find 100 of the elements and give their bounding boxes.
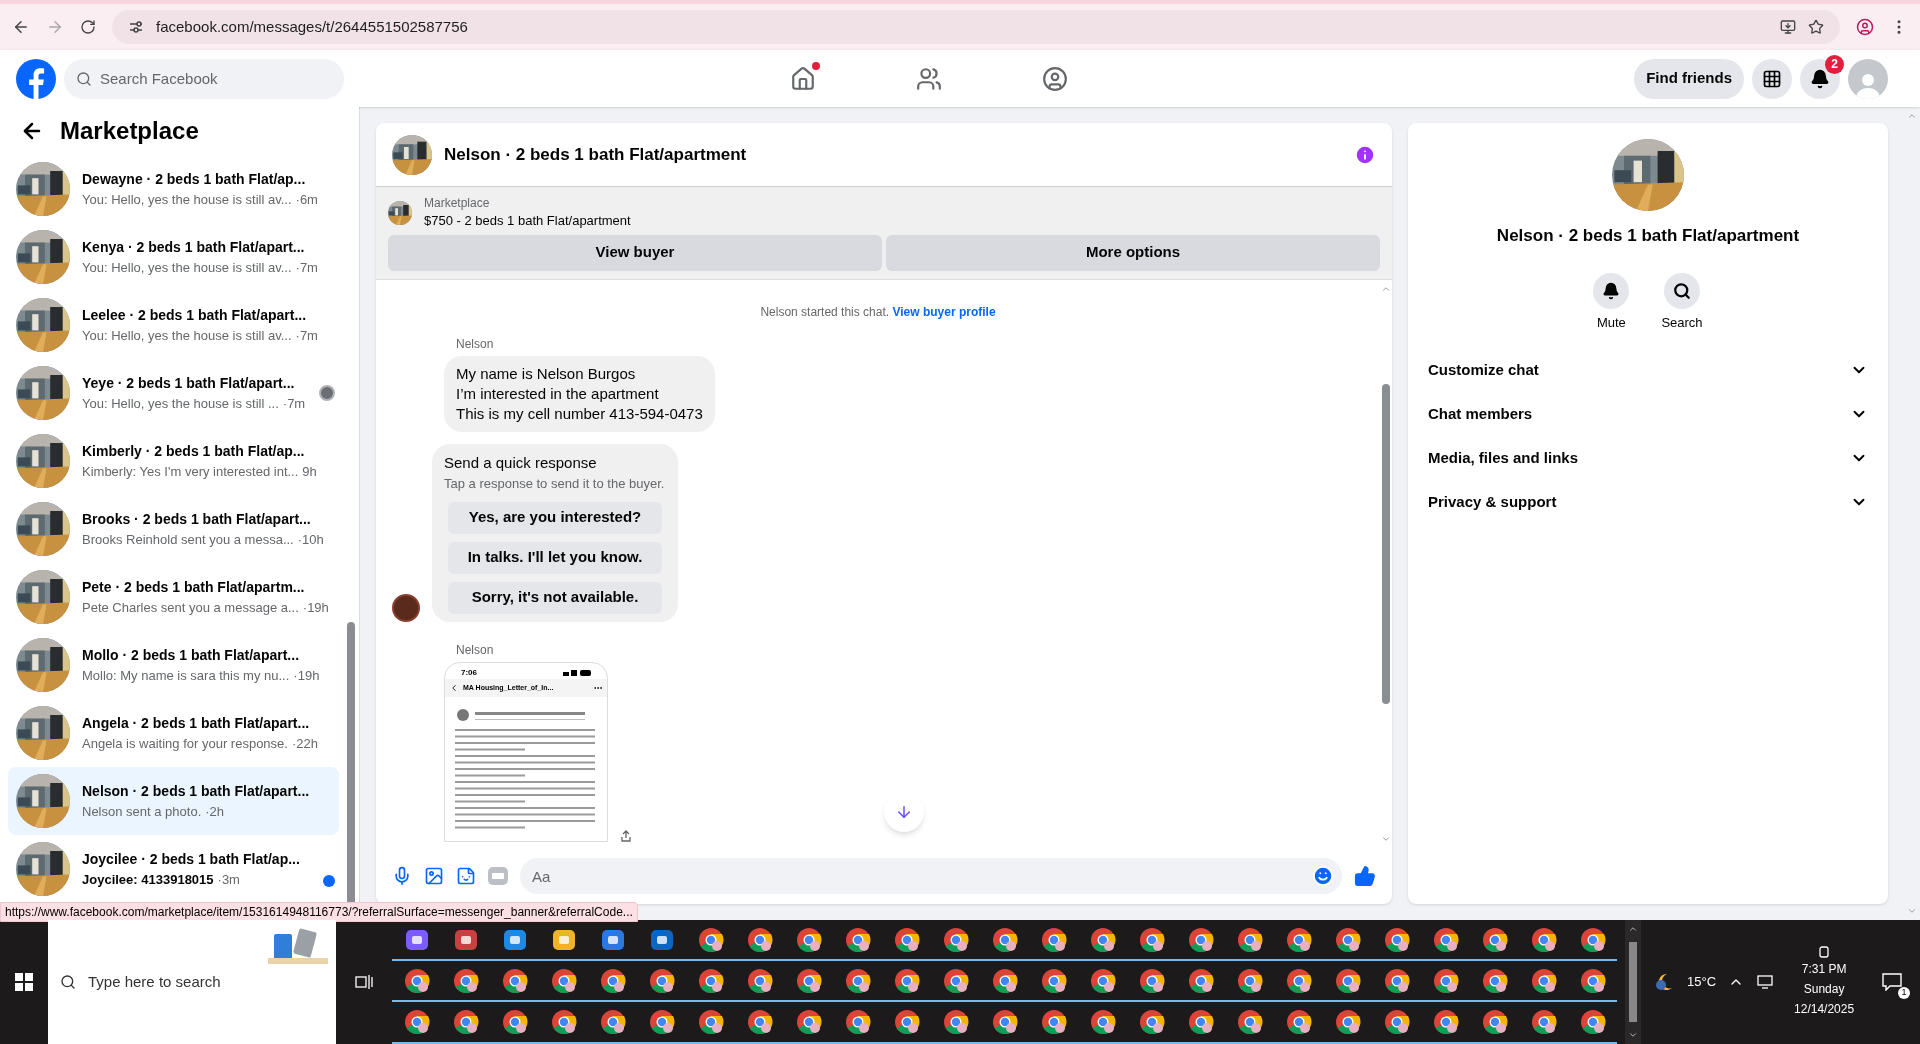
start-icon[interactable] bbox=[15, 973, 33, 991]
install-icon[interactable] bbox=[1780, 19, 1796, 35]
browser-icon[interactable] bbox=[893, 1009, 920, 1036]
conversation-item[interactable]: Pete · 2 beds 1 bath Flat/apartm... Pete Charles sent you a message a... ·19h bbox=[8, 563, 339, 631]
details-section[interactable]: Customize chat bbox=[1424, 348, 1872, 392]
conversation-item[interactable]: Kimberly · 2 beds 1 bath Flat/ap... Kimberly: Yes I'm very interested int... 9h bbox=[8, 427, 339, 495]
groups-icon[interactable] bbox=[1042, 65, 1069, 92]
browser-icon[interactable] bbox=[599, 968, 626, 994]
browser-icon[interactable] bbox=[746, 968, 773, 994]
browser-icon[interactable] bbox=[1432, 968, 1459, 994]
notifications-button[interactable] bbox=[1800, 58, 1840, 99]
facebook-logo[interactable] bbox=[16, 58, 56, 99]
browser-icon[interactable] bbox=[1530, 1009, 1557, 1036]
browser-icon[interactable] bbox=[1040, 926, 1067, 953]
back-icon[interactable] bbox=[12, 18, 30, 36]
like-icon[interactable] bbox=[1354, 865, 1376, 887]
conversation-item[interactable]: Kenya · 2 beds 1 bath Flat/apart... You: Hello, yes the house is still av... ·7m bbox=[8, 223, 339, 291]
browser-icon[interactable] bbox=[1579, 1009, 1606, 1036]
profile-icon[interactable] bbox=[1856, 18, 1874, 36]
browser-icon[interactable] bbox=[501, 1009, 528, 1036]
browser-icon[interactable] bbox=[1481, 1009, 1508, 1036]
browser-icon[interactable] bbox=[844, 1009, 871, 1036]
browser-icon[interactable] bbox=[942, 968, 969, 994]
details-section[interactable]: Media, files and links bbox=[1424, 436, 1872, 480]
browser-icon[interactable] bbox=[697, 926, 724, 953]
friends-icon[interactable] bbox=[916, 65, 943, 92]
browser-icon[interactable] bbox=[1138, 1009, 1165, 1036]
browser-icon[interactable] bbox=[1138, 968, 1165, 994]
view-buyer-profile-link[interactable]: View buyer profile bbox=[892, 304, 996, 319]
browser-icon[interactable] bbox=[1285, 968, 1312, 994]
browser-icon[interactable] bbox=[452, 968, 479, 994]
address-bar[interactable]: facebook.com/messages/t/2644551502587756 bbox=[112, 10, 1840, 44]
browser-icon[interactable] bbox=[1530, 968, 1557, 994]
browser-icon[interactable] bbox=[1530, 926, 1557, 953]
info-icon[interactable] bbox=[1354, 143, 1376, 166]
menu-button[interactable] bbox=[1752, 58, 1792, 99]
browser-icon[interactable] bbox=[1236, 1009, 1263, 1036]
bookmark-icon[interactable] bbox=[1808, 19, 1824, 35]
network-icon[interactable] bbox=[1756, 974, 1775, 990]
browser-icon[interactable] bbox=[1089, 968, 1116, 994]
search-field[interactable]: Search Facebook bbox=[64, 58, 344, 99]
conversation-item[interactable]: Mollo · 2 beds 1 bath Flat/apart... Mollo: My name is sara this my nu... ·19h bbox=[8, 631, 339, 699]
conversation-item[interactable]: Yeye · 2 beds 1 bath Flat/apart... You: Hello, yes the house is still ... ·7m bbox=[8, 359, 339, 427]
listing-action-button[interactable]: More options bbox=[886, 234, 1380, 271]
browser-icon[interactable] bbox=[1432, 926, 1459, 953]
browser-icon[interactable] bbox=[1481, 926, 1508, 953]
browser-icon[interactable] bbox=[1285, 926, 1312, 953]
browser-icon[interactable] bbox=[697, 1009, 724, 1036]
browser-icon[interactable] bbox=[795, 1009, 822, 1036]
meet-icon[interactable] bbox=[1817, 945, 1832, 959]
task-view-icon[interactable] bbox=[355, 974, 373, 990]
browser-icon[interactable] bbox=[1334, 968, 1361, 994]
browser-icon[interactable] bbox=[844, 968, 871, 994]
photo-icon[interactable] bbox=[424, 866, 444, 886]
browser-icon[interactable] bbox=[1579, 968, 1606, 994]
browser-icon[interactable] bbox=[1383, 968, 1410, 994]
mute-button[interactable] bbox=[1593, 272, 1630, 309]
browser-icon[interactable] bbox=[1040, 1009, 1067, 1036]
browser-icon[interactable] bbox=[1040, 968, 1067, 994]
browser-icon[interactable] bbox=[1187, 1009, 1214, 1036]
browser-icon[interactable] bbox=[1383, 1009, 1410, 1036]
browser-icon[interactable] bbox=[1138, 926, 1165, 953]
conversation-item[interactable]: Joycilee · 2 beds 1 bath Flat/ap... Joycilee: 4133918015 ·3m bbox=[8, 835, 339, 903]
browser-icon[interactable] bbox=[991, 1009, 1018, 1036]
browser-icon[interactable] bbox=[893, 968, 920, 994]
browser-icon[interactable] bbox=[991, 926, 1018, 953]
browser-icon[interactable] bbox=[1432, 1009, 1459, 1036]
browser-icon[interactable] bbox=[403, 1009, 430, 1036]
notification-center-icon[interactable] bbox=[1882, 973, 1903, 991]
browser-icon[interactable] bbox=[1089, 926, 1116, 953]
quick-response-button[interactable]: Yes, are you interested? bbox=[448, 501, 662, 534]
quick-response-button[interactable]: Sorry, it's not available. bbox=[448, 581, 662, 614]
browser-icon[interactable] bbox=[550, 1009, 577, 1036]
browser-icon[interactable] bbox=[1089, 1009, 1116, 1036]
conversation-item[interactable]: Brooks · 2 beds 1 bath Flat/apart... Brooks Reinhold sent you a messa... ·10h bbox=[8, 495, 339, 563]
browser-icon[interactable] bbox=[1481, 968, 1508, 994]
scroll-down-icon[interactable] bbox=[1628, 1030, 1638, 1040]
scroll-down-button[interactable] bbox=[884, 792, 924, 832]
conversation-item[interactable]: Dewayne · 2 beds 1 bath Flat/ap... You: Hello, yes the house is still av... ·6m bbox=[8, 155, 339, 223]
browser-icon[interactable] bbox=[1334, 926, 1361, 953]
browser-icon[interactable] bbox=[403, 968, 430, 994]
listing-action-button[interactable]: View buyer bbox=[388, 234, 882, 271]
find-friends-button[interactable]: Find friends bbox=[1634, 58, 1744, 99]
details-section[interactable]: Chat members bbox=[1424, 392, 1872, 436]
browser-icon[interactable] bbox=[1187, 968, 1214, 994]
details-section[interactable]: Privacy & support bbox=[1424, 480, 1872, 524]
taskbar-scrollbar[interactable] bbox=[1629, 942, 1637, 1022]
browser-icon[interactable] bbox=[501, 968, 528, 994]
browser-icon[interactable] bbox=[550, 968, 577, 994]
browser-icon[interactable] bbox=[452, 1009, 479, 1036]
browser-icon[interactable] bbox=[1236, 968, 1263, 994]
browser-icon[interactable] bbox=[1383, 926, 1410, 953]
search-button[interactable] bbox=[1664, 272, 1700, 309]
sticker-icon[interactable] bbox=[456, 866, 476, 886]
browser-icon[interactable] bbox=[844, 926, 871, 953]
browser-icon[interactable] bbox=[1236, 926, 1263, 953]
browser-icon[interactable] bbox=[697, 968, 724, 994]
message-input[interactable]: Aa bbox=[520, 858, 1342, 894]
browser-icon[interactable] bbox=[893, 926, 920, 953]
browser-icon[interactable] bbox=[942, 926, 969, 953]
